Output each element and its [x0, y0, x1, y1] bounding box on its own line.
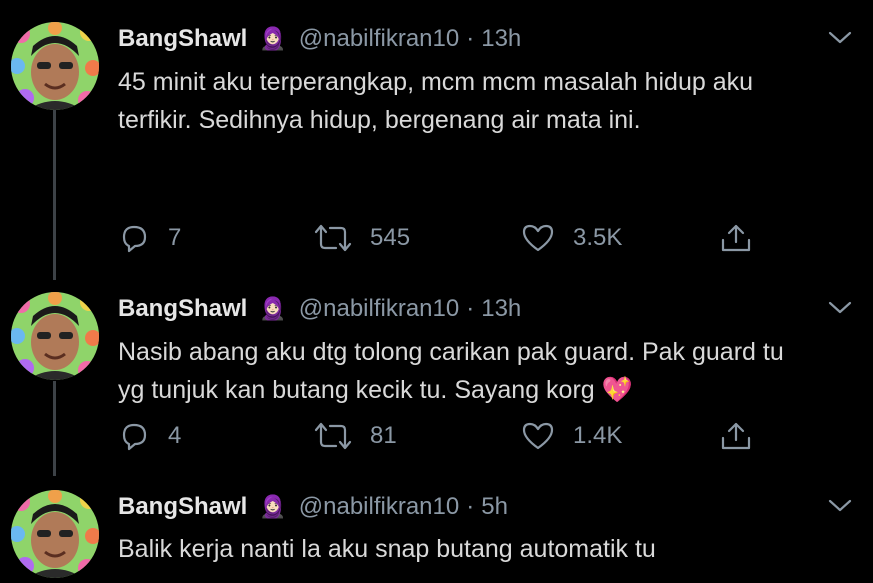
timestamp[interactable]: 5h	[481, 493, 508, 521]
avatar[interactable]	[11, 22, 99, 110]
username[interactable]: @nabilfikran10	[299, 295, 459, 323]
username[interactable]: @nabilfikran10	[299, 25, 459, 53]
avatar[interactable]	[11, 292, 99, 380]
timestamp[interactable]: 13h	[481, 295, 521, 323]
reply-count: 7	[168, 224, 182, 251]
chevron-down-icon[interactable]	[827, 300, 853, 316]
tweet-text-line: terfikir. Sedihnya hidup, bergenang air …	[118, 106, 641, 134]
reply-count: 4	[168, 422, 182, 449]
retweet-button[interactable]: 545	[314, 222, 410, 254]
like-button[interactable]: 1.4K	[521, 420, 622, 452]
retweet-icon	[314, 422, 352, 450]
tweet-text: Nasib abang aku dtg tolong carikan pak g…	[118, 333, 848, 409]
username[interactable]: @nabilfikran10	[299, 493, 459, 521]
tweet-text-line: 45 minit aku terperangkap, mcm mcm masal…	[118, 68, 754, 96]
name-emoji: 🧕🏻	[259, 494, 287, 519]
display-name[interactable]: BangShawl	[118, 493, 247, 521]
chevron-down-icon[interactable]	[827, 498, 853, 514]
share-button[interactable]	[719, 420, 753, 452]
separator: ·	[466, 25, 475, 52]
tweet-text: 45 minit aku terperangkap, mcm mcm masal…	[118, 63, 848, 139]
tweet[interactable]: BangShawl 🧕🏻 @nabilfikran10 · 5h Balik k…	[0, 490, 873, 583]
tweet-actions: 4 81 1.4K	[118, 420, 778, 452]
display-name[interactable]: BangShawl	[118, 295, 247, 323]
tweet-actions: 7 545 3.5K	[118, 222, 778, 254]
like-count: 1.4K	[573, 422, 623, 449]
name-emoji: 🧕🏻	[259, 296, 287, 321]
display-name[interactable]: BangShawl	[118, 25, 247, 53]
share-icon	[721, 224, 751, 252]
avatar[interactable]	[11, 490, 99, 578]
tweet-text-line: Balik kerja nanti la aku snap butang aut…	[118, 535, 656, 563]
separator: ·	[466, 295, 475, 322]
share-button[interactable]	[719, 222, 753, 254]
reply-icon	[122, 225, 147, 253]
retweet-button[interactable]: 81	[314, 420, 397, 452]
tweet-text: Balik kerja nanti la aku snap butang aut…	[118, 530, 848, 568]
name-emoji: 🧕🏻	[259, 26, 287, 51]
share-icon	[721, 422, 751, 450]
tweet[interactable]: BangShawl 🧕🏻 @nabilfikran10 · 13h 45 min…	[0, 22, 873, 262]
tweet-text-line: yg tunjuk kan butang kecik tu. Sayang ko…	[118, 376, 633, 404]
timestamp[interactable]: 13h	[481, 25, 521, 53]
tweet-text-line: Nasib abang aku dtg tolong carikan pak g…	[118, 338, 784, 366]
retweet-icon	[314, 224, 352, 252]
like-button[interactable]: 3.5K	[521, 222, 622, 254]
tweet-header: BangShawl 🧕🏻 @nabilfikran10 · 13h	[118, 22, 521, 56]
reply-icon	[122, 423, 147, 451]
like-count: 3.5K	[573, 224, 623, 251]
heart-icon	[522, 224, 554, 252]
reply-button[interactable]: 7	[118, 222, 181, 254]
retweet-count: 545	[370, 224, 411, 251]
heart-icon	[522, 422, 554, 450]
retweet-count: 81	[370, 422, 397, 449]
separator: ·	[466, 493, 475, 520]
chevron-down-icon[interactable]	[827, 30, 853, 46]
tweet-header: BangShawl 🧕🏻 @nabilfikran10 · 13h	[118, 292, 521, 326]
reply-button[interactable]: 4	[118, 420, 181, 452]
tweet[interactable]: BangShawl 🧕🏻 @nabilfikran10 · 13h Nasib …	[0, 292, 873, 462]
tweet-header: BangShawl 🧕🏻 @nabilfikran10 · 5h	[118, 490, 508, 524]
